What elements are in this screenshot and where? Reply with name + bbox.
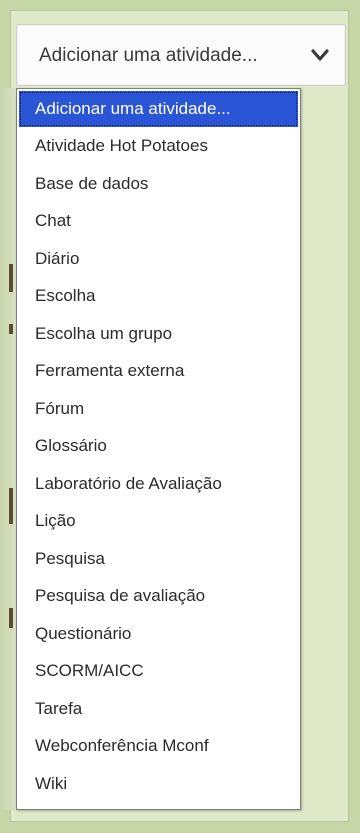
chevron-down-icon xyxy=(311,49,329,61)
option-item[interactable]: Chat xyxy=(19,202,298,240)
activity-dropdown-list: Adicionar uma atividade... Atividade Hot … xyxy=(16,88,301,810)
option-item[interactable]: Pesquisa xyxy=(19,540,298,578)
option-item[interactable]: Ferramenta externa xyxy=(19,352,298,390)
option-item[interactable]: Diário xyxy=(19,240,298,278)
option-item[interactable]: SCORM/AICC xyxy=(19,652,298,690)
option-item[interactable]: Escolha xyxy=(19,277,298,315)
option-item[interactable]: Pesquisa de avaliação xyxy=(19,577,298,615)
option-item[interactable]: Base de dados xyxy=(19,165,298,203)
background-sliver xyxy=(0,88,16,810)
option-item[interactable]: Questionário xyxy=(19,615,298,653)
option-item[interactable]: Adicionar uma atividade... xyxy=(19,91,298,127)
select-current-value: Adicionar uma atividade... xyxy=(39,45,258,66)
option-item[interactable]: Glossário xyxy=(19,427,298,465)
option-item[interactable]: Tarefa xyxy=(19,690,298,728)
option-item[interactable]: Wiki xyxy=(19,765,298,803)
option-item[interactable]: Webconferência Mconf xyxy=(19,727,298,765)
option-item[interactable]: Escolha um grupo xyxy=(19,315,298,353)
add-activity-select[interactable]: Adicionar uma atividade... xyxy=(16,24,346,86)
option-item[interactable]: Fórum xyxy=(19,390,298,428)
option-item[interactable]: Lição xyxy=(19,502,298,540)
option-item[interactable]: Laboratório de Avaliação xyxy=(19,465,298,503)
options-list: Adicionar uma atividade... Atividade Hot … xyxy=(19,91,298,802)
option-item[interactable]: Atividade Hot Potatoes xyxy=(19,127,298,165)
